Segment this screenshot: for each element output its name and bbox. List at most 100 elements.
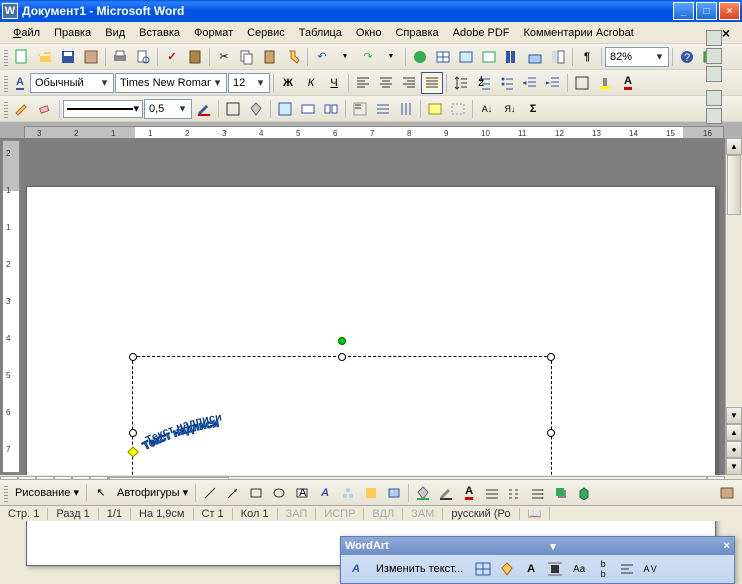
- wordart-vertical-button[interactable]: bb: [592, 558, 614, 580]
- scroll-down-button[interactable]: ▼: [726, 407, 742, 424]
- acrobat-button-1[interactable]: [706, 90, 722, 106]
- resize-handle[interactable]: [547, 429, 555, 437]
- toolbar-options-icon[interactable]: ▾: [550, 540, 556, 553]
- align-right-button[interactable]: [398, 72, 420, 94]
- font-combo[interactable]: Times New Roman ▾: [115, 73, 227, 93]
- font-color-button[interactable]: A: [617, 72, 639, 94]
- eraser-button[interactable]: [34, 98, 56, 120]
- wordart-toolbar[interactable]: WordArt ▾ × A Изменить текст... A Aa bb …: [340, 536, 735, 584]
- autoformat-button[interactable]: [424, 98, 446, 120]
- wordart-edit-text-button[interactable]: Изменить текст...: [369, 560, 470, 578]
- wordart-gallery-button[interactable]: [472, 558, 494, 580]
- resize-handle[interactable]: [129, 429, 137, 437]
- insert-table2-button[interactable]: [274, 98, 296, 120]
- split-cells-button[interactable]: [320, 98, 342, 120]
- save-button[interactable]: [57, 46, 79, 68]
- textbox-button[interactable]: A: [291, 482, 313, 504]
- bullets-button[interactable]: [496, 72, 518, 94]
- tables-button[interactable]: [432, 46, 454, 68]
- columns-button[interactable]: [501, 46, 523, 68]
- distribute-cols-button[interactable]: [395, 98, 417, 120]
- line-style2-button[interactable]: [481, 482, 503, 504]
- zoom-combo[interactable]: 82% ▾: [605, 47, 669, 67]
- menu-window[interactable]: Окно: [349, 25, 389, 41]
- vertical-scrollbar[interactable]: ▲ ▼ ▲ ● ▼: [725, 138, 742, 475]
- menu-format[interactable]: Формат: [187, 25, 240, 41]
- shadow-button[interactable]: [550, 482, 572, 504]
- oval-button[interactable]: [268, 482, 290, 504]
- line-button[interactable]: [199, 482, 221, 504]
- copy-button[interactable]: [236, 46, 258, 68]
- picture-button[interactable]: [383, 482, 405, 504]
- menu-edit[interactable]: Правка: [47, 25, 98, 41]
- wordart-format-button[interactable]: [496, 558, 518, 580]
- new-doc-button[interactable]: [11, 46, 33, 68]
- autoshapes-menu[interactable]: Автофигуры ▾: [113, 484, 192, 501]
- highlight-button[interactable]: [594, 72, 616, 94]
- menu-adobe[interactable]: Adobe PDF: [446, 25, 517, 41]
- help-button[interactable]: ?: [676, 46, 698, 68]
- show-marks-button[interactable]: ¶: [576, 46, 598, 68]
- font-size-combo[interactable]: 12 ▾: [228, 73, 270, 93]
- dash-style-button[interactable]: [504, 482, 526, 504]
- shading-button[interactable]: [245, 98, 267, 120]
- inc-indent-button[interactable]: [542, 72, 564, 94]
- status-ext[interactable]: ВДЛ: [364, 508, 403, 520]
- resize-handle[interactable]: [129, 353, 137, 361]
- fill-color-button[interactable]: [412, 482, 434, 504]
- next-page-button[interactable]: ▼: [726, 458, 742, 475]
- menu-file[interactable]: Файл: [6, 25, 47, 41]
- status-rec[interactable]: ЗАП: [278, 508, 317, 520]
- insert-table-button[interactable]: [455, 46, 477, 68]
- menu-tools[interactable]: Сервис: [240, 25, 292, 41]
- docmap-button[interactable]: [547, 46, 569, 68]
- sort-asc-button[interactable]: A↓: [476, 98, 498, 120]
- italic-button[interactable]: К: [300, 72, 322, 94]
- browse-object-button[interactable]: ●: [726, 441, 742, 458]
- borders-button[interactable]: [571, 72, 593, 94]
- merge-cells-button[interactable]: [297, 98, 319, 120]
- format-painter-button[interactable]: [282, 46, 304, 68]
- menu-insert[interactable]: Вставка: [132, 25, 187, 41]
- research-button[interactable]: [184, 46, 206, 68]
- numbering-button[interactable]: 12: [473, 72, 495, 94]
- gridlines-button[interactable]: [447, 98, 469, 120]
- cut-button[interactable]: ✂: [213, 46, 235, 68]
- pdf-button-2[interactable]: [706, 48, 722, 64]
- prev-page-button[interactable]: ▲: [726, 424, 742, 441]
- status-book-icon[interactable]: 📖: [520, 507, 551, 520]
- wordart-insert-button[interactable]: A: [345, 558, 367, 580]
- line-spacing-button[interactable]: [450, 72, 472, 94]
- resize-handle[interactable]: [547, 353, 555, 361]
- align-left-button[interactable]: [352, 72, 374, 94]
- wordart-wrap-button[interactable]: [544, 558, 566, 580]
- scroll-up-button[interactable]: ▲: [726, 138, 742, 155]
- close-button[interactable]: ×: [719, 2, 740, 20]
- toolbar-grip[interactable]: [4, 484, 8, 502]
- wordart-align-button[interactable]: [616, 558, 638, 580]
- align-center-button[interactable]: [375, 72, 397, 94]
- align-tl-button[interactable]: [349, 98, 371, 120]
- redo-dropdown[interactable]: ▼: [380, 46, 402, 68]
- border-color-button[interactable]: [193, 98, 215, 120]
- minimize-button[interactable]: _: [673, 2, 694, 20]
- pdf-button-3[interactable]: [706, 66, 722, 82]
- distribute-rows-button[interactable]: [372, 98, 394, 120]
- acrobat-button-2[interactable]: [706, 108, 722, 124]
- excel-button[interactable]: [478, 46, 500, 68]
- permissions-button[interactable]: [80, 46, 102, 68]
- vertical-ruler[interactable]: 211234567: [2, 140, 20, 473]
- wordart-shape-button[interactable]: A: [520, 558, 542, 580]
- draw-table-button[interactable]: [11, 98, 33, 120]
- spellcheck-button[interactable]: ✓: [161, 46, 183, 68]
- bold-button[interactable]: Ж: [277, 72, 299, 94]
- toolbar-grip[interactable]: [4, 74, 8, 92]
- wordart-toolbar-header[interactable]: WordArt ▾ ×: [341, 537, 734, 555]
- toolbar-grip[interactable]: [4, 100, 8, 118]
- style-combo[interactable]: Обычный ▾: [30, 73, 114, 93]
- diagram-button[interactable]: [337, 482, 359, 504]
- sort-desc-button[interactable]: Я↓: [499, 98, 521, 120]
- line-weight-combo[interactable]: 0,5 ▾: [144, 99, 192, 119]
- wordart-button[interactable]: A: [314, 482, 336, 504]
- drawing-button[interactable]: [524, 46, 546, 68]
